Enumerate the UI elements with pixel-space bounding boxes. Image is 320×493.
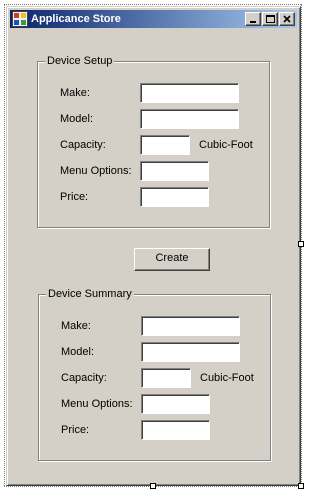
setup-capacity-input[interactable]	[140, 135, 190, 155]
close-icon	[283, 15, 291, 23]
summary-price-label: Price:	[61, 424, 90, 436]
setup-model-input[interactable]	[140, 109, 239, 129]
resize-grip-corner[interactable]	[298, 483, 304, 489]
setup-price-label: Price:	[60, 191, 89, 203]
setup-menu-options-label: Menu Options:	[60, 165, 132, 177]
app-icon	[12, 11, 28, 27]
summary-capacity-unit: Cubic-Foot	[200, 372, 254, 384]
summary-price-input[interactable]	[141, 420, 210, 440]
minimize-button[interactable]	[245, 12, 261, 26]
selection-border-top	[4, 4, 301, 5]
setup-make-label: Make:	[60, 87, 90, 99]
setup-capacity-label: Capacity:	[60, 139, 106, 151]
device-setup-title: Device Setup	[45, 55, 115, 68]
setup-price-input[interactable]	[140, 187, 209, 207]
summary-capacity-label: Capacity:	[61, 372, 107, 384]
resize-grip-right[interactable]	[298, 241, 304, 247]
setup-model-label: Model:	[60, 113, 94, 125]
close-button[interactable]	[279, 12, 295, 26]
maximize-icon	[266, 15, 275, 23]
minimize-icon	[250, 21, 256, 23]
summary-model-input[interactable]	[141, 342, 240, 362]
summary-capacity-input[interactable]	[141, 368, 191, 388]
device-setup-group: Device Setup Make: Model: Capacity: Cubi…	[37, 55, 270, 228]
summary-menu-options-input[interactable]	[141, 394, 210, 414]
device-summary-group: Device Summary Make: Model: Capacity: Cu…	[38, 288, 271, 461]
selection-border-left	[4, 4, 5, 486]
resize-grip-bottom[interactable]	[150, 483, 156, 489]
window-title: Applicance Store	[31, 13, 121, 25]
device-summary-title: Device Summary	[46, 288, 134, 301]
summary-model-label: Model:	[61, 346, 95, 358]
setup-make-input[interactable]	[140, 83, 239, 103]
create-button[interactable]: Create	[134, 248, 210, 271]
summary-make-label: Make:	[61, 320, 91, 332]
summary-menu-options-label: Menu Options:	[61, 398, 133, 410]
setup-capacity-unit: Cubic-Foot	[199, 139, 253, 151]
form-window: Applicance Store Device Setup Make: Mode…	[6, 6, 301, 486]
maximize-button[interactable]	[262, 12, 278, 26]
title-bar[interactable]: Applicance Store	[10, 10, 297, 28]
setup-menu-options-input[interactable]	[140, 161, 209, 181]
summary-make-input[interactable]	[141, 316, 240, 336]
